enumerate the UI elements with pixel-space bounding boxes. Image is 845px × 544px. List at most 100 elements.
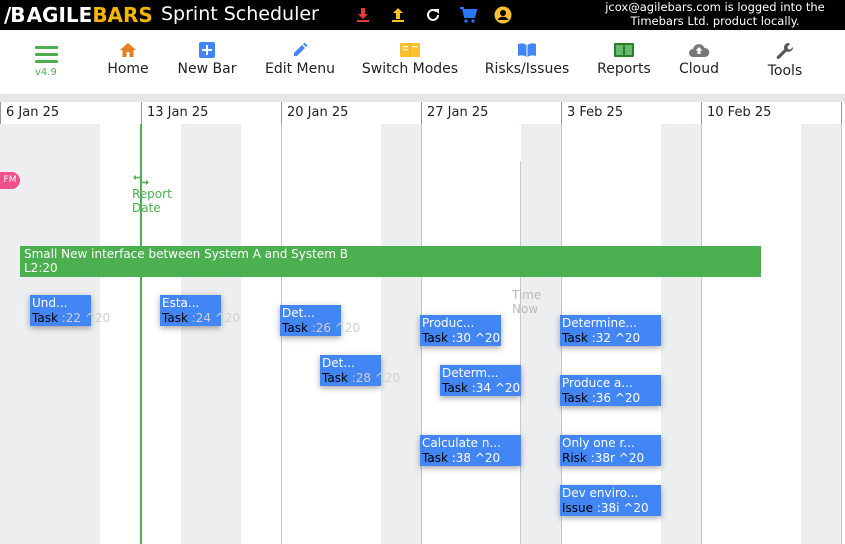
reports-label: Reports [597, 61, 651, 77]
swap-horiz-icon [133, 175, 149, 185]
reports-button[interactable]: Reports [595, 42, 653, 77]
task-type: Task [562, 331, 588, 345]
task-title: Det... [322, 356, 355, 370]
toolbar-separator [0, 94, 845, 102]
task-bar[interactable]: Produce a... Task :36 ^20 [560, 375, 661, 406]
task-bar[interactable]: Determ... Task :34 ^20 [440, 365, 521, 396]
task-meta: Task :30 ^20 [422, 331, 500, 345]
cloud-button[interactable]: Cloud [676, 42, 722, 77]
time-now-label-line-1: Time [512, 288, 542, 302]
task-bar[interactable]: Und... Task :22 ^20 [30, 295, 110, 326]
risks-issues-button[interactable]: Risks/Issues [484, 42, 570, 77]
task-meta: Task :24 ^20 [162, 311, 240, 325]
new-bar-label: New Bar [177, 61, 237, 77]
task-bar[interactable]: Produc... Task :30 ^20 [420, 315, 501, 346]
task-code: :36 ^20 [591, 391, 641, 405]
home-label: Home [107, 61, 149, 77]
task-meta: Risk :38r ^20 [562, 451, 644, 465]
logo-mark: /B [4, 3, 26, 27]
task-bar[interactable]: Calculate n... Task :38 ^20 [420, 435, 521, 466]
task-code: :38i ^20 [596, 501, 649, 515]
app-title: Sprint Scheduler [161, 3, 319, 25]
week-gridline [701, 124, 702, 544]
task-meta: Task :36 ^20 [562, 391, 640, 405]
task-title: Only one r... [562, 436, 635, 450]
refresh-icon[interactable] [415, 5, 450, 25]
edit-menu-button[interactable]: Edit Menu [264, 42, 336, 77]
account-icon[interactable] [485, 5, 520, 25]
task-title: Produce a... [562, 376, 633, 390]
version-label: v4.9 [35, 67, 57, 78]
task-meta: Task :26 ^20 [282, 321, 360, 335]
task-code: :38r ^20 [590, 451, 645, 465]
task-type: Risk [562, 451, 587, 465]
task-meta: Task :38 ^20 [422, 451, 500, 465]
risk-bar[interactable]: Only one r... Risk :38r ^20 [560, 435, 661, 466]
tools-label: Tools [767, 63, 803, 79]
task-code: :30 ^20 [451, 331, 501, 345]
tools-button[interactable]: Tools [765, 42, 805, 79]
week-header[interactable]: 3 Feb 25 [561, 102, 701, 124]
week-header[interactable]: 20 Jan 25 [281, 102, 421, 124]
download-icon[interactable] [345, 5, 380, 25]
login-status: jcox@agilebars.com is logged into the Ti… [605, 0, 825, 28]
report-date-label-line-1: Report [132, 187, 172, 201]
task-bar[interactable]: Det... Task :26 ^20 [280, 305, 360, 336]
task-code: :24 ^20 [191, 311, 241, 325]
report-date-label-line-2: Date [132, 201, 161, 215]
week-header[interactable]: 13 Jan 25 [141, 102, 281, 124]
reports-book-icon [614, 43, 634, 57]
weekend-shade [381, 124, 421, 544]
top-bar: /B AGILE BARS Sprint Scheduler jcox@agile… [0, 0, 845, 30]
task-title: Produc... [422, 316, 475, 330]
hamburger-menu-icon[interactable] [34, 44, 59, 65]
task-bar[interactable]: Det... Task :28 ^20 [320, 355, 400, 386]
task-type: Task [162, 311, 188, 325]
task-bar[interactable]: Determine... Task :32 ^20 [560, 315, 661, 346]
risks-issues-label: Risks/Issues [484, 61, 570, 77]
logo-text-bars: BARS [92, 3, 153, 27]
task-type: Task [442, 381, 468, 395]
switch-modes-button[interactable]: Switch Modes [362, 42, 458, 77]
cloud-label: Cloud [679, 61, 719, 77]
timeline-header: 6 Jan 25 13 Jan 25 20 Jan 25 27 Jan 25 3… [0, 102, 845, 125]
week-gridline [841, 124, 842, 544]
home-icon [120, 43, 136, 57]
task-meta: Task :28 ^20 [322, 371, 400, 385]
task-title: Determ... [442, 366, 499, 380]
book-open-icon [400, 43, 420, 57]
book-icon [518, 43, 536, 57]
switch-modes-label: Switch Modes [361, 61, 459, 77]
task-code: :34 ^20 [471, 381, 521, 395]
fm-badge[interactable]: FM [0, 172, 20, 189]
issue-bar[interactable]: Dev enviro... Issue :38i ^20 [560, 485, 661, 516]
week-header[interactable]: 10 Feb 25 [701, 102, 841, 124]
task-meta: Issue :38i ^20 [562, 501, 649, 515]
epic-title: Small New interface between System A and… [24, 247, 348, 261]
task-code: :26 ^20 [311, 321, 361, 335]
task-meta: Task :34 ^20 [442, 381, 520, 395]
task-type: Issue [562, 501, 594, 515]
task-code: :32 ^20 [591, 331, 641, 345]
new-bar-button[interactable]: New Bar [176, 42, 238, 77]
edit-menu-label: Edit Menu [265, 61, 335, 77]
cart-icon[interactable] [450, 5, 485, 25]
task-type: Task [562, 391, 588, 405]
time-now-label-line-2: Now [512, 302, 539, 316]
pencil-icon [294, 42, 308, 56]
report-date-marker[interactable]: Report Date [132, 174, 172, 215]
task-title: Esta... [162, 296, 200, 310]
home-button[interactable]: Home [106, 42, 150, 77]
task-code: :28 ^20 [351, 371, 401, 385]
agilebars-logo[interactable]: /B AGILE BARS [4, 3, 153, 27]
top-icon-group [345, 5, 520, 25]
week-header[interactable]: 6 Jan 25 [0, 102, 141, 124]
upload-icon[interactable] [380, 5, 415, 25]
weekend-shade [661, 124, 701, 544]
weekend-shade [521, 124, 561, 544]
epic-bar[interactable]: Small New interface between System A and… [20, 246, 761, 277]
week-header[interactable]: 27 Jan 25 [421, 102, 561, 124]
task-meta: Task :32 ^20 [562, 331, 640, 345]
login-status-line-1: jcox@agilebars.com is logged into the [605, 0, 825, 14]
task-bar[interactable]: Esta... Task :24 ^20 [160, 295, 240, 326]
